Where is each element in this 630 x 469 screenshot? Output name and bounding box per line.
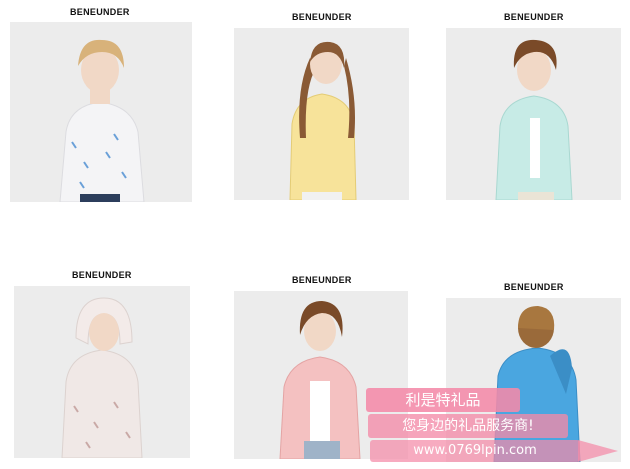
brand-label: BENEUNDER — [504, 282, 564, 292]
watermark-line-3: www.0769lpin.com — [370, 440, 580, 462]
brand-label: BENEUNDER — [292, 12, 352, 22]
watermark-line-1: 利是特礼品 — [366, 388, 520, 412]
product-image[interactable] — [14, 286, 190, 458]
product-image[interactable] — [446, 28, 621, 200]
product-image[interactable] — [10, 22, 192, 202]
brand-label: BENEUNDER — [72, 270, 132, 280]
child-jacket-photo — [234, 28, 409, 200]
product-image[interactable] — [234, 28, 409, 200]
child-jacket-photo — [446, 28, 621, 200]
brand-label: BENEUNDER — [70, 7, 130, 17]
brand-label: BENEUNDER — [504, 12, 564, 22]
arrow-icon — [578, 440, 618, 462]
watermark-line-2: 您身边的礼品服务商! — [368, 414, 568, 438]
child-jacket-photo — [10, 22, 192, 202]
brand-label: BENEUNDER — [292, 275, 352, 285]
child-jacket-photo — [14, 286, 190, 458]
